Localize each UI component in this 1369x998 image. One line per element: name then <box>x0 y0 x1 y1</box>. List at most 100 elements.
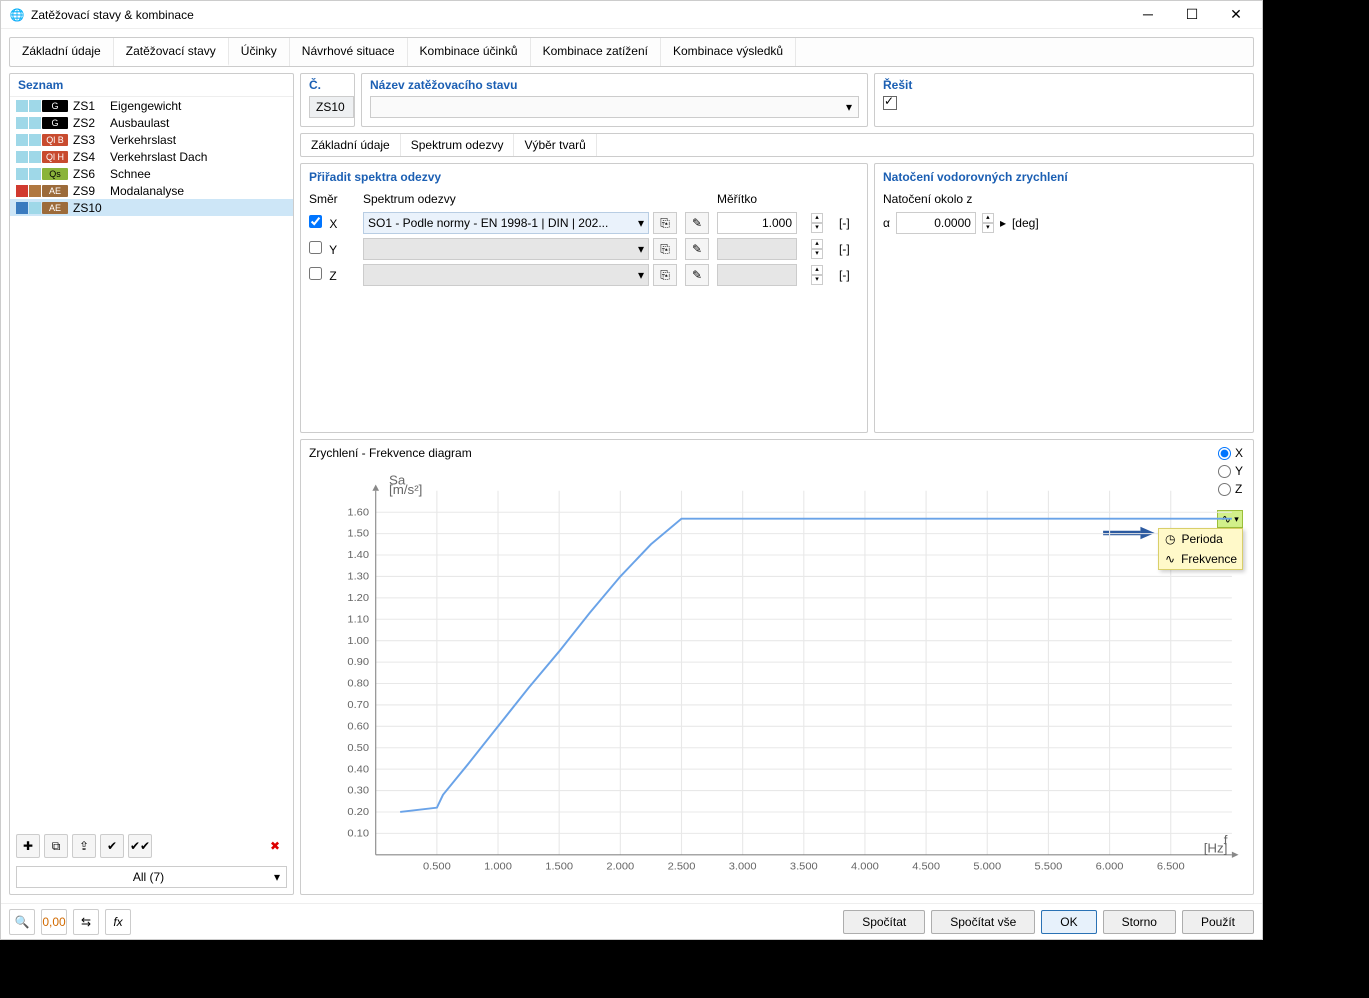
new-spectrum-icon[interactable]: ⎘ <box>653 238 677 260</box>
svg-text:6.500: 6.500 <box>1157 861 1185 873</box>
solve-checkbox[interactable] <box>883 96 897 110</box>
direction-check-x[interactable]: X <box>309 215 359 231</box>
number-input[interactable] <box>309 96 354 118</box>
list-item[interactable]: GZS1Eigengewicht <box>10 97 293 114</box>
svg-text:2.500: 2.500 <box>668 861 696 873</box>
filter-combo[interactable]: All (7) ▾ <box>16 866 287 888</box>
spectrum-combo-x[interactable]: SO1 - Podle normy - EN 1998-1 | DIN | 20… <box>363 212 649 234</box>
scale-spinner: ▴▾ <box>811 239 823 259</box>
subtab-základní-údaje[interactable]: Základní údaje <box>301 134 401 156</box>
calculate-button[interactable]: Spočítat <box>843 910 925 934</box>
svg-text:1.10: 1.10 <box>347 614 369 626</box>
axis-radio-x[interactable]: X <box>1218 446 1243 460</box>
svg-text:0.50: 0.50 <box>347 742 369 754</box>
apply-button[interactable]: Použít <box>1182 910 1254 934</box>
check-all-icon[interactable]: ✔✔ <box>128 834 152 858</box>
list-item[interactable]: AEZS10 <box>10 199 293 216</box>
chart-area: 0.5001.0001.5002.0002.5003.0003.5004.000… <box>309 470 1243 886</box>
list-item[interactable]: AEZS9Modalanalyse <box>10 182 293 199</box>
number-box: Č. <box>300 73 355 127</box>
calculate-all-button[interactable]: Spočítat vše <box>931 910 1035 934</box>
svg-text:0.30: 0.30 <box>347 785 369 797</box>
new-spectrum-icon[interactable]: ⎘ <box>653 264 677 286</box>
tab-kombinace-zatížení[interactable]: Kombinace zatížení <box>531 38 661 66</box>
svg-text:0.80: 0.80 <box>347 678 369 690</box>
svg-text:1.500: 1.500 <box>545 861 573 873</box>
rotation-row: α ▴▾ ▸ [deg] <box>883 212 1245 234</box>
move-icon[interactable]: ⇪ <box>72 834 96 858</box>
search-icon[interactable]: 🔍 <box>9 909 35 935</box>
svg-text:5.000: 5.000 <box>973 861 1001 873</box>
units-icon[interactable]: 0,00 <box>41 909 67 935</box>
rotation-input[interactable] <box>896 212 976 234</box>
scale-input-y <box>717 238 797 260</box>
list-title: Seznam <box>10 74 293 97</box>
popup-item-frequency[interactable]: ∿ Frekvence <box>1159 549 1242 569</box>
new-spectrum-icon[interactable]: ⎘ <box>653 212 677 234</box>
footer: 🔍 0,00 ⇆ fx Spočítat Spočítat vše OK Sto… <box>1 903 1262 939</box>
svg-text:1.00: 1.00 <box>347 635 369 647</box>
scale-unit: [-] <box>839 216 859 230</box>
list-item[interactable]: GZS2Ausbaulast <box>10 114 293 131</box>
check-icon[interactable]: ✔ <box>100 834 124 858</box>
tab-základní-údaje[interactable]: Základní údaje <box>10 38 114 66</box>
chevron-down-icon: ▾ <box>274 870 280 884</box>
chart-panel: Zrychlení - Frekvence diagram XYZ ∿ ◷ Pe… <box>300 439 1254 895</box>
direction-check-y[interactable]: Y <box>309 241 359 257</box>
tab-kombinace-výsledků[interactable]: Kombinace výsledků <box>661 38 796 66</box>
minimize-button[interactable]: ─ <box>1130 6 1166 23</box>
subtab-spektrum-odezvy[interactable]: Spektrum odezvy <box>401 134 515 156</box>
tab-zatěžovací-stavy[interactable]: Zatěžovací stavy <box>114 38 229 66</box>
clock-icon: ◷ <box>1165 532 1175 546</box>
svg-text:2.000: 2.000 <box>606 861 634 873</box>
new-icon[interactable]: ✚ <box>16 834 40 858</box>
cancel-button[interactable]: Storno <box>1103 910 1176 934</box>
spectrum-combo-y: ▾ <box>363 238 649 260</box>
scale-spinner[interactable]: ▴▾ <box>811 213 823 233</box>
edit-spectrum-icon[interactable]: ✎ <box>685 238 709 260</box>
scale-input-x[interactable] <box>717 212 797 234</box>
svg-text:0.20: 0.20 <box>347 806 369 818</box>
svg-text:1.60: 1.60 <box>347 507 369 519</box>
rotation-unit: [deg] <box>1012 216 1039 230</box>
maximize-button[interactable]: ☐ <box>1174 6 1210 23</box>
list-item[interactable]: Ql BZS3Verkehrslast <box>10 131 293 148</box>
svg-text:6.000: 6.000 <box>1096 861 1124 873</box>
spinner[interactable]: ▴▾ <box>982 213 994 233</box>
svg-text:0.70: 0.70 <box>347 699 369 711</box>
copy-icon[interactable]: ⧉ <box>44 834 68 858</box>
scale-input-z <box>717 264 797 286</box>
svg-text:0.60: 0.60 <box>347 721 369 733</box>
rotation-symbol: α <box>883 216 890 230</box>
edit-spectrum-icon[interactable]: ✎ <box>685 212 709 234</box>
fx-icon[interactable]: fx <box>105 909 131 935</box>
load-case-list[interactable]: GZS1EigengewichtGZS2AusbaulastQl BZS3Ver… <box>10 97 293 830</box>
list-item[interactable]: Ql HZS4Verkehrslast Dach <box>10 148 293 165</box>
edit-spectrum-icon[interactable]: ✎ <box>685 264 709 286</box>
svg-text:[Hz]: [Hz] <box>1204 841 1228 855</box>
scale-unit: [-] <box>839 268 859 282</box>
name-combo[interactable]: ▾ <box>370 96 859 118</box>
subtab-výběr-tvarů[interactable]: Výběr tvarů <box>514 134 596 156</box>
list-item[interactable]: QsZS6Schnee <box>10 165 293 182</box>
svg-text:1.50: 1.50 <box>347 528 369 540</box>
spectra-grid: SměrSpektrum odezvyMěřítko XSO1 - Podle … <box>309 192 859 286</box>
tab-účinky[interactable]: Účinky <box>229 38 290 66</box>
direction-check-z[interactable]: Z <box>309 267 359 283</box>
rotation-title: Natočení vodorovných zrychlení <box>883 168 1245 188</box>
step-icon[interactable]: ▸ <box>1000 216 1006 230</box>
tab-návrhové-situace[interactable]: Návrhové situace <box>290 38 408 66</box>
tree-icon[interactable]: ⇆ <box>73 909 99 935</box>
svg-text:0.40: 0.40 <box>347 764 369 776</box>
delete-icon[interactable]: ✖ <box>263 834 287 858</box>
spectra-panel: Přiřadit spektra odezvy SměrSpektrum ode… <box>300 163 868 433</box>
popup-item-period[interactable]: ◷ Perioda <box>1159 529 1242 549</box>
main-split: Seznam GZS1EigengewichtGZS2AusbaulastQl … <box>9 73 1254 895</box>
ok-button[interactable]: OK <box>1041 910 1096 934</box>
right-area: Č. Název zatěžovacího stavu ▾ Řešit <box>300 73 1254 895</box>
tab-kombinace-účinků[interactable]: Kombinace účinků <box>408 38 531 66</box>
svg-text:0.500: 0.500 <box>423 861 451 873</box>
close-button[interactable]: ✕ <box>1218 6 1254 23</box>
window-title: Zatěžovací stavy & kombinace <box>31 8 1130 22</box>
solve-box: Řešit <box>874 73 1254 127</box>
